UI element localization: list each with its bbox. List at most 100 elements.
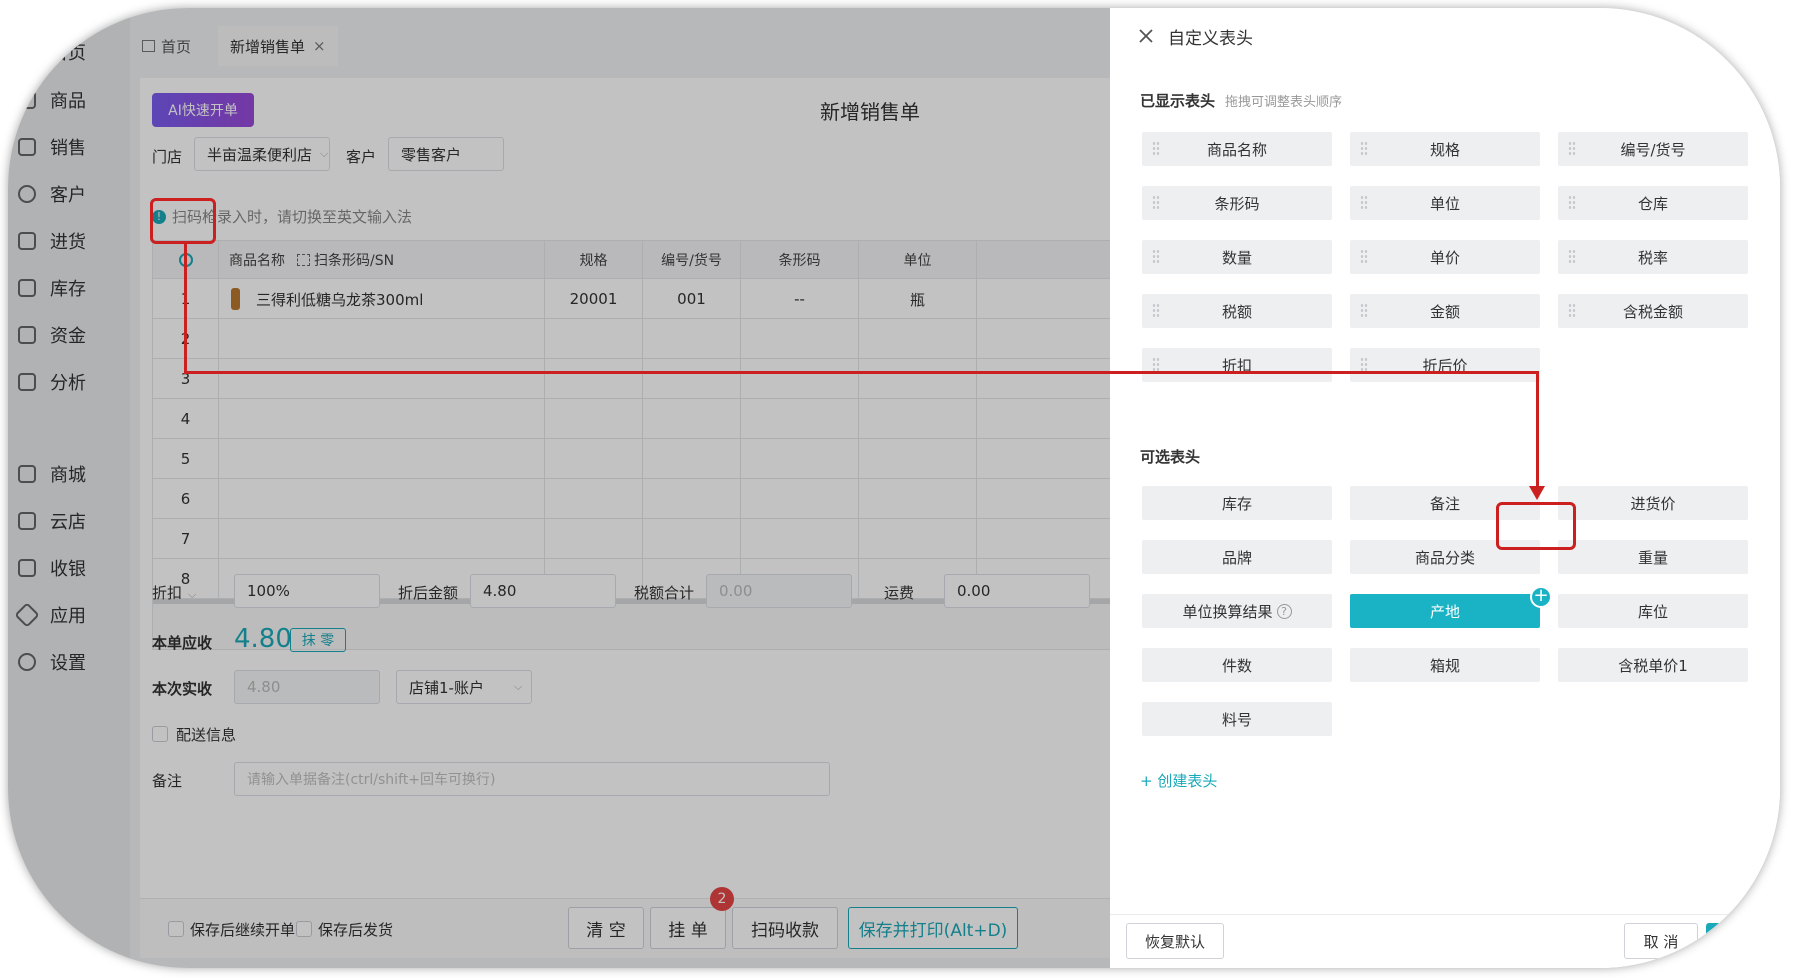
- ai-quick-order-button[interactable]: AI快速开单: [152, 93, 254, 127]
- sidebar-item-inventory[interactable]: 库存: [8, 268, 130, 308]
- sidebar-item-product[interactable]: 商品: [8, 80, 130, 120]
- shown-column-chip[interactable]: 数量: [1142, 240, 1332, 274]
- drag-handle-icon[interactable]: [1152, 249, 1160, 265]
- sales-icon: [18, 138, 36, 156]
- actual-received-input[interactable]: 4.80: [234, 670, 380, 704]
- drag-handle-icon[interactable]: [1152, 303, 1160, 319]
- optional-column-chip[interactable]: 库位: [1558, 594, 1748, 628]
- shown-column-chip[interactable]: 金额: [1350, 294, 1540, 328]
- drag-handle-icon[interactable]: [1568, 195, 1576, 211]
- sidebar-item-analysis[interactable]: 分析: [8, 362, 130, 402]
- receivable-amount: 4.80: [234, 624, 292, 654]
- product-icon: [18, 91, 36, 109]
- optional-column-chip[interactable]: 含税单价1: [1558, 648, 1748, 682]
- shown-column-chip[interactable]: 条形码: [1142, 186, 1332, 220]
- table-row[interactable]: 4: [153, 399, 1151, 439]
- delivery-checkbox[interactable]: [152, 726, 168, 742]
- sidebar-item-sales[interactable]: 销售: [8, 127, 130, 167]
- ship-checkbox[interactable]: [296, 921, 312, 937]
- optional-column-chip[interactable]: 料号: [1142, 702, 1332, 736]
- store-select[interactable]: 半亩温柔便利店 ⌵: [194, 137, 330, 171]
- optional-column-chip[interactable]: 重量: [1558, 540, 1748, 574]
- sidebar-item-cashier[interactable]: 收银: [8, 548, 130, 588]
- cancel-button[interactable]: 取 消: [1624, 923, 1698, 959]
- optional-column-chip[interactable]: 进货价: [1558, 486, 1748, 520]
- continue-checkbox[interactable]: [168, 921, 184, 937]
- clear-button[interactable]: 清 空: [568, 907, 644, 949]
- sidebar-item-customer[interactable]: 客户: [8, 174, 130, 214]
- shown-column-chip[interactable]: 折后价: [1350, 348, 1540, 382]
- shown-column-chip[interactable]: 单位: [1350, 186, 1540, 220]
- save-print-button[interactable]: 保存并打印(Alt+D): [848, 907, 1018, 949]
- shown-column-chip[interactable]: 税率: [1558, 240, 1748, 274]
- scan-pay-button[interactable]: 扫码收款: [732, 907, 838, 949]
- tab-home[interactable]: 首页: [130, 26, 203, 66]
- sidebar-item-purchase[interactable]: 进货: [8, 221, 130, 261]
- tax-total-label: 税额合计: [634, 584, 695, 602]
- hold-button[interactable]: 挂 单: [650, 907, 726, 949]
- help-icon[interactable]: ?: [1276, 603, 1292, 619]
- app-window: 首页 商品 销售 客户 进货 库存 资金 分析 商城 云店 收银 应用 设置 首…: [8, 8, 1780, 968]
- drag-handle-icon[interactable]: [1360, 249, 1368, 265]
- drag-handle-icon[interactable]: [1568, 249, 1576, 265]
- drag-handle-icon[interactable]: [1360, 195, 1368, 211]
- table-row[interactable]: 2: [153, 319, 1151, 359]
- optional-column-chip-selected[interactable]: 产地: [1350, 594, 1540, 628]
- shown-column-chip[interactable]: 编号/货号: [1558, 132, 1748, 166]
- close-icon[interactable]: [1136, 26, 1156, 46]
- optional-column-chip[interactable]: 库存: [1142, 486, 1332, 520]
- optional-column-chip[interactable]: 箱规: [1350, 648, 1540, 682]
- tab-new-sales-order[interactable]: 新增销售单 ×: [218, 26, 338, 66]
- sidebar-item-funds[interactable]: 资金: [8, 315, 130, 355]
- annotation-line-down: [184, 244, 187, 374]
- continue-label: 保存后继续开单: [190, 921, 296, 939]
- freight-input[interactable]: 0.00: [944, 574, 1090, 608]
- after-discount-input[interactable]: 4.80: [470, 574, 616, 608]
- shown-column-chip[interactable]: 单价: [1350, 240, 1540, 274]
- shown-column-chip[interactable]: 仓库: [1558, 186, 1748, 220]
- close-icon[interactable]: ×: [313, 37, 326, 55]
- shown-column-chip[interactable]: 含税金额: [1558, 294, 1748, 328]
- table-row[interactable]: 6: [153, 479, 1151, 519]
- drag-handle-icon[interactable]: [1568, 303, 1576, 319]
- analysis-icon: [18, 373, 36, 391]
- header-spec[interactable]: 规格: [545, 241, 643, 279]
- drag-handle-icon[interactable]: [1360, 141, 1368, 157]
- shown-column-chip[interactable]: 商品名称: [1142, 132, 1332, 166]
- drag-handle-icon[interactable]: [1152, 141, 1160, 157]
- chevron-down-icon: ⌵: [188, 588, 197, 601]
- annotation-gear-highlight: [150, 198, 216, 244]
- sidebar-item-cloud-store[interactable]: 云店: [8, 501, 130, 541]
- customer-select[interactable]: 零售客户: [388, 137, 504, 171]
- scan-icon: [297, 254, 310, 266]
- sidebar-item-home[interactable]: 首页: [8, 32, 130, 72]
- remark-label: 备注: [152, 772, 183, 790]
- table-row[interactable]: 1 三得利低糖乌龙茶300ml 20001 001 -- 瓶: [153, 279, 1151, 319]
- shown-column-chip[interactable]: 税额: [1142, 294, 1332, 328]
- account-select[interactable]: 店铺1-账户 ⌵: [396, 670, 532, 704]
- confirm-button[interactable]: [1706, 923, 1776, 959]
- discount-label[interactable]: 折扣 ⌵: [152, 582, 196, 603]
- table-row[interactable]: 3: [153, 359, 1151, 399]
- remark-input[interactable]: 请输入单据备注(ctrl/shift+回车可换行): [234, 762, 830, 796]
- reset-default-button[interactable]: 恢复默认: [1126, 923, 1224, 959]
- drag-handle-icon[interactable]: [1360, 303, 1368, 319]
- optional-columns-title: 可选表头: [1140, 448, 1201, 466]
- shown-column-chip[interactable]: 规格: [1350, 132, 1540, 166]
- sidebar-item-settings[interactable]: 设置: [8, 642, 130, 682]
- add-column-icon[interactable]: +: [1530, 586, 1552, 608]
- sidebar-item-apps[interactable]: 应用: [8, 595, 130, 635]
- table-row[interactable]: 5: [153, 439, 1151, 479]
- sidebar-item-mall[interactable]: 商城: [8, 454, 130, 494]
- optional-column-chip[interactable]: 件数: [1142, 648, 1332, 682]
- table-row[interactable]: 7: [153, 519, 1151, 559]
- header-code[interactable]: 编号/货号: [643, 241, 741, 279]
- create-header-link[interactable]: + 创建表头: [1140, 770, 1217, 791]
- round-off-button[interactable]: 抹 零: [290, 628, 346, 652]
- drag-handle-icon[interactable]: [1152, 195, 1160, 211]
- optional-column-chip[interactable]: 品牌: [1142, 540, 1332, 574]
- shown-column-chip[interactable]: 折扣: [1142, 348, 1332, 382]
- discount-input[interactable]: 100%: [234, 574, 380, 608]
- optional-column-chip[interactable]: 单位换算结果?: [1142, 594, 1332, 628]
- drag-handle-icon[interactable]: [1568, 141, 1576, 157]
